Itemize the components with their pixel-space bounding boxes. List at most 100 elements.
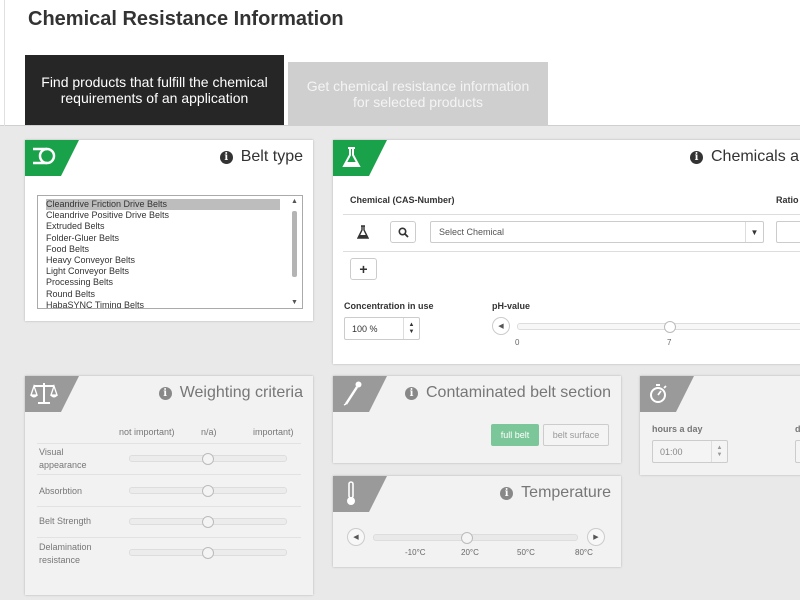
days-stepper[interactable] <box>795 440 800 463</box>
chemicals-title: i Chemicals a <box>690 148 799 166</box>
ph-decrease-button[interactable]: ◀ <box>492 317 510 335</box>
hours-a-day-label: hours a day <box>652 424 703 434</box>
info-icon[interactable]: i <box>690 150 703 164</box>
belt-type-option[interactable]: Cleandrive Friction Drive Belts <box>46 199 280 211</box>
belt-type-option[interactable]: Folder-Gluer Belts <box>46 233 302 244</box>
belt-type-option[interactable]: Food Belts <box>46 244 302 255</box>
belt-surface-button[interactable]: belt surface <box>543 424 609 446</box>
listbox-scrollbar[interactable]: ▲ ▼ <box>290 198 300 306</box>
weighting-slider-thumb[interactable] <box>202 485 214 497</box>
chemical-column-label: Chemical (CAS-Number) <box>350 195 455 205</box>
contaminated-section-card: i Contaminated belt section full belt be… <box>333 376 621 463</box>
chemicals-card: i Chemicals a Chemical (CAS-Number) Rati… <box>333 140 800 364</box>
stepper-arrows-icon[interactable]: ▲ ▼ <box>711 441 727 462</box>
scroll-thumb[interactable] <box>292 211 297 277</box>
belt-type-title: i Belt type <box>219 148 303 166</box>
weighting-head-na: n/a) <box>201 427 217 437</box>
weighting-head-important: important) <box>253 427 294 437</box>
belt-type-option[interactable]: Heavy Conveyor Belts <box>46 255 302 266</box>
contaminated-title: i Contaminated belt section <box>405 384 611 402</box>
ph-slider-thumb[interactable] <box>664 321 676 333</box>
weighting-row-label: Belt Strength <box>39 516 92 526</box>
weighting-row-label: Visual appearance <box>39 447 87 470</box>
temperature-decrease-button[interactable]: ◀ <box>347 528 365 546</box>
page-title: Chemical Resistance Information <box>28 8 344 30</box>
belt-type-option[interactable]: Round Belts <box>46 289 302 300</box>
thermometer-icon <box>333 476 387 512</box>
belt-type-option[interactable]: Cleandrive Positive Drive Belts <box>46 210 302 221</box>
info-icon[interactable]: i <box>405 386 418 400</box>
belt-type-option[interactable]: Extruded Belts <box>46 221 302 232</box>
scroll-down-icon[interactable]: ▼ <box>291 299 298 306</box>
contaminated-title-text: Contaminated belt section <box>426 384 611 401</box>
full-belt-button[interactable]: full belt <box>491 424 539 446</box>
temperature-slider[interactable] <box>373 534 578 541</box>
hours-stepper[interactable]: 01:00 ▲ ▼ <box>652 440 728 463</box>
weighting-title-text: Weighting criteria <box>179 384 303 401</box>
tab-find-products[interactable]: Find products that fulfill the chemical … <box>25 55 284 125</box>
divider <box>37 506 301 507</box>
scroll-up-icon[interactable]: ▲ <box>291 198 298 205</box>
search-button[interactable] <box>390 221 416 243</box>
divider <box>343 251 800 252</box>
temperature-title-text: Temperature <box>521 484 611 501</box>
belt-type-option[interactable]: Light Conveyor Belts <box>46 266 302 277</box>
divider <box>343 214 800 215</box>
stepper-arrows-icon[interactable]: ▲ ▼ <box>403 318 419 339</box>
flask-icon <box>333 140 387 176</box>
belt-icon <box>25 140 79 176</box>
chemicals-title-text: Chemicals a <box>711 148 800 165</box>
add-chemical-button[interactable]: + <box>350 258 377 280</box>
duration-card: hours a day d 01:00 ▲ ▼ <box>640 376 800 475</box>
info-icon[interactable]: i <box>500 486 514 500</box>
scales-icon <box>25 376 79 412</box>
pipette-icon <box>333 376 387 412</box>
temperature-tick-label: 20°C <box>461 548 479 557</box>
weighting-head-not-important: not important) <box>119 427 175 437</box>
ph-tick-label: 7 <box>667 338 672 347</box>
temperature-card: i Temperature ◀ ▶ -10°C 20°C 50°C 80°C <box>333 476 621 567</box>
divider <box>37 474 301 475</box>
belt-type-card: i Belt type Cleandrive Friction Drive Be… <box>25 140 313 321</box>
ph-slider[interactable] <box>517 323 800 330</box>
chevron-down-icon: ▼ <box>745 222 763 242</box>
tab-get-resistance-info[interactable]: Get chemical resistance information for … <box>288 62 548 125</box>
ph-tick-label: 0 <box>515 338 520 347</box>
chemical-select-value: Select Chemical <box>439 227 505 237</box>
ratio-column-label: Ratio <box>776 195 799 205</box>
header-edge <box>4 0 5 126</box>
info-icon[interactable]: i <box>158 386 172 400</box>
search-icon <box>397 226 409 238</box>
page-header: Chemical Resistance Information Find pro… <box>0 0 800 126</box>
belt-type-option[interactable]: Processing Belts <box>46 277 302 288</box>
temperature-tick-label: 80°C <box>575 548 593 557</box>
weighting-criteria-card: i Weighting criteria not important) n/a)… <box>25 376 313 595</box>
temperature-title: i Temperature <box>500 484 611 502</box>
ph-label: pH-value <box>492 301 531 311</box>
weighting-slider-thumb[interactable] <box>202 547 214 559</box>
temperature-tick-label: -10°C <box>405 548 426 557</box>
concentration-label: Concentration in use <box>344 301 434 311</box>
days-label: d <box>795 424 800 434</box>
belt-type-option[interactable]: HabaSYNC Timing Belts <box>46 300 302 308</box>
info-icon[interactable]: i <box>219 150 233 164</box>
weighting-row-label: Delamination resistance <box>39 542 92 565</box>
weighting-title: i Weighting criteria <box>158 384 303 402</box>
temperature-tick-label: 50°C <box>517 548 535 557</box>
belt-type-listbox[interactable]: Cleandrive Friction Drive Belts Cleandri… <box>37 195 303 309</box>
ratio-input[interactable] <box>776 221 800 243</box>
divider <box>37 537 301 538</box>
concentration-stepper[interactable]: 100 % ▲ ▼ <box>344 317 420 340</box>
weighting-slider-thumb[interactable] <box>202 516 214 528</box>
belt-type-title-text: Belt type <box>240 148 303 165</box>
stopwatch-icon <box>640 376 694 412</box>
weighting-row-label: Absorbtion <box>39 486 83 496</box>
temperature-slider-thumb[interactable] <box>461 532 473 544</box>
hours-value: 01:00 <box>660 446 683 457</box>
chemical-select[interactable]: Select Chemical ▼ <box>430 221 764 243</box>
temperature-increase-button[interactable]: ▶ <box>587 528 605 546</box>
concentration-value: 100 % <box>352 323 378 334</box>
weighting-slider-thumb[interactable] <box>202 453 214 465</box>
flask-small-icon <box>357 225 369 239</box>
divider <box>37 443 301 444</box>
